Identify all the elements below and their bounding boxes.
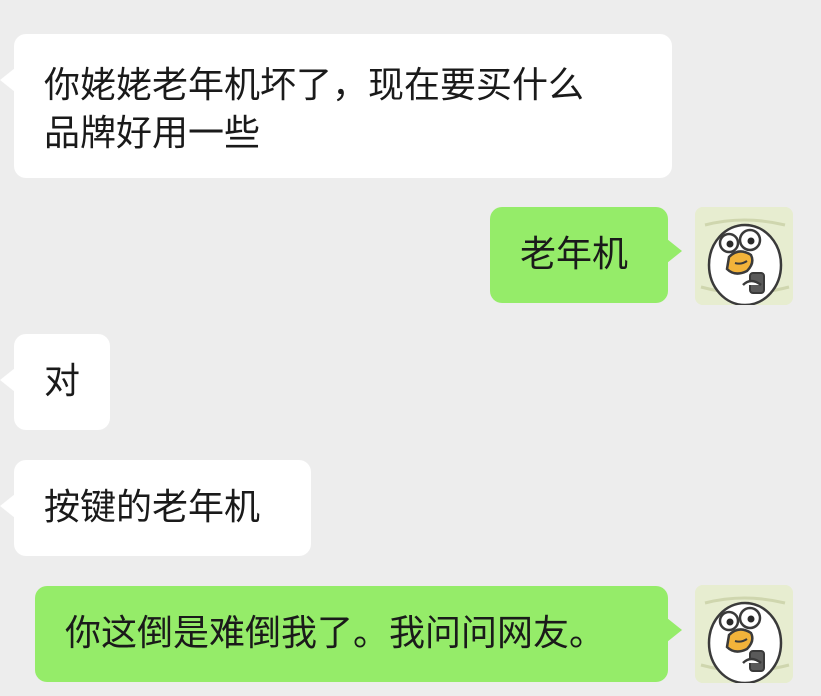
message-text: 品牌好用一些 [44,113,261,154]
bubble-tail [0,68,15,92]
bubble-tail [0,494,15,518]
bubble-tail [667,618,682,642]
message-text: 按键的老年机 [44,487,261,528]
message-bubble-outgoing[interactable]: 老年机 [490,207,682,303]
message-bubble-incoming[interactable]: 你姥姥老年机坏了，现在要买什么 品牌好用一些 [0,34,672,178]
cartoon-duck-avatar-icon [695,207,793,305]
message-text: 老年机 [520,234,629,275]
bubble-tail [667,239,682,263]
message-text: 对 [44,361,81,402]
bubble-tail [0,368,15,392]
cartoon-duck-avatar-icon [695,585,793,683]
avatar[interactable] [695,585,793,683]
message-text: 你姥姥老年机坏了，现在要买什么 [44,65,585,106]
message-bubble-incoming[interactable]: 按键的老年机 [0,460,311,556]
avatar[interactable] [695,207,793,305]
message-bubble-incoming[interactable]: 对 [0,334,110,430]
message-bubble-outgoing[interactable]: 你这倒是难倒我了。我问问网友。 [35,586,682,682]
message-text: 你这倒是难倒我了。我问问网友。 [65,613,606,654]
